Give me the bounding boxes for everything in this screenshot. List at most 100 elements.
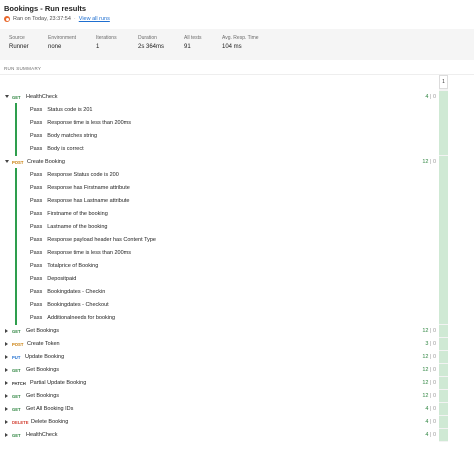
summary-label: Duration: [138, 35, 157, 41]
request-name[interactable]: Update Booking: [25, 354, 64, 360]
chevron-right-icon[interactable]: [5, 407, 8, 411]
test-name: Bookingdates - Checkin: [47, 289, 106, 295]
chevron-right-icon[interactable]: [5, 381, 8, 385]
request-name[interactable]: Create Token: [27, 341, 60, 347]
chevron-right-icon[interactable]: [5, 433, 8, 437]
test-name: Response time is less than 200ms: [47, 120, 131, 126]
request-row[interactable]: GET Get All Booking IDs 4 | 0: [0, 403, 448, 415]
pass-status: Pass: [30, 120, 43, 126]
pass-fail-count: 12 | 0: [422, 159, 436, 165]
view-all-runs-link[interactable]: View all runs: [79, 16, 110, 22]
summary-value: Runner: [9, 44, 29, 50]
request-name[interactable]: Create Booking: [27, 159, 65, 165]
summary-label: All tests: [184, 35, 202, 41]
pass-fail-count: 3 | 0: [425, 341, 436, 347]
request-row[interactable]: GET Get Bookings 12 | 0: [0, 325, 448, 337]
request-row[interactable]: GET Get Bookings 12 | 0: [0, 364, 448, 376]
method-badge: PATCH: [12, 381, 26, 386]
summary-value: 104 ms: [222, 44, 242, 50]
test-group-line: [15, 168, 17, 325]
iteration-pass-cell[interactable]: [439, 429, 448, 441]
chevron-down-icon[interactable]: [5, 95, 9, 98]
chevron-right-icon[interactable]: [5, 368, 8, 372]
pass-status: Pass: [30, 289, 43, 295]
iteration-pass-cell[interactable]: [439, 338, 448, 350]
fail-count: 0: [432, 367, 436, 373]
pass-fail-count: 12 | 0: [422, 367, 436, 373]
request-name[interactable]: HealthCheck: [26, 94, 58, 100]
test-name: Bookingdates - Checkout: [47, 302, 109, 308]
request-row[interactable]: POST Create Booking 12 | 0: [0, 156, 448, 168]
test-name: Body is correct: [47, 146, 84, 152]
iteration-pass-cell[interactable]: [439, 416, 448, 428]
test-name: Body matches string: [47, 133, 98, 139]
chevron-right-icon[interactable]: [5, 342, 8, 346]
request-name[interactable]: Get Bookings: [26, 328, 59, 334]
iteration-pass-cell[interactable]: [439, 351, 448, 363]
iteration-pass-cell[interactable]: [439, 364, 448, 376]
iteration-pass-cell[interactable]: [439, 390, 448, 402]
summary-value: 1: [96, 44, 100, 50]
test-name: Status code is 201: [47, 107, 93, 113]
pass-fail-count: 12 | 0: [422, 380, 436, 386]
test-group-line: [15, 103, 17, 156]
test-name: Firstname of the booking: [47, 211, 108, 217]
test-name: Depositpaid: [47, 276, 77, 282]
summary-environment: Environment none: [48, 35, 76, 50]
run-summary-stats: Source Runner Environment none Iteration…: [0, 29, 474, 60]
request-row[interactable]: GET Get Bookings 12 | 0: [0, 390, 448, 402]
request-name[interactable]: Get Bookings: [26, 367, 59, 373]
chevron-down-icon[interactable]: [5, 160, 9, 163]
request-name[interactable]: Get All Booking IDs: [26, 406, 73, 412]
iteration-pass-cell[interactable]: [439, 325, 448, 337]
request-name[interactable]: Partial Update Booking: [30, 380, 86, 386]
chevron-right-icon[interactable]: [5, 394, 8, 398]
iteration-pass-cell[interactable]: [439, 91, 448, 155]
request-row[interactable]: GET HealthCheck 4 | 0: [0, 91, 448, 103]
pass-status: Pass: [30, 211, 43, 217]
fail-count: 0: [432, 432, 436, 438]
test-result-row: Pass Response has Lastname attribute: [30, 198, 129, 210]
method-badge: DELETE: [12, 420, 29, 425]
request-name[interactable]: Delete Booking: [31, 419, 68, 425]
test-result-row: Pass Response time is less than 200ms: [30, 120, 131, 132]
test-result-row: Pass Firstname of the booking: [30, 211, 108, 223]
summary-label: Iterations: [96, 35, 117, 41]
test-name: Response has Lastname attribute: [47, 198, 130, 204]
summary-all-tests: All tests 91: [184, 35, 202, 50]
test-name: Totalprice of Booking: [47, 263, 99, 269]
request-row[interactable]: PUT Update Booking 12 | 0: [0, 351, 448, 363]
summary-value: 2s 364ms: [138, 44, 165, 50]
request-name[interactable]: HealthCheck: [26, 432, 58, 438]
summary-value: none: [48, 44, 62, 50]
iteration-pass-cell[interactable]: [439, 403, 448, 415]
iteration-pass-cell[interactable]: [439, 156, 448, 324]
run-summary-heading: RUN SUMMARY: [4, 66, 42, 71]
method-badge: GET: [12, 394, 21, 399]
request-row[interactable]: PATCH Partial Update Booking 12 | 0: [0, 377, 448, 389]
method-badge: GET: [12, 329, 21, 334]
test-result-row: Pass Response time is less than 200ms: [30, 250, 131, 262]
pass-status: Pass: [30, 146, 43, 152]
chevron-right-icon[interactable]: [5, 329, 8, 333]
separator: ·: [73, 16, 76, 22]
fail-count: 0: [432, 341, 436, 347]
method-badge: POST: [12, 160, 24, 165]
request-row[interactable]: DELETE Delete Booking 4 | 0: [0, 416, 448, 428]
test-result-row: Pass Response payload header has Content …: [30, 237, 156, 249]
fail-count: 0: [432, 380, 436, 386]
request-name[interactable]: Get Bookings: [26, 393, 59, 399]
summary-label: Source: [9, 35, 25, 41]
method-badge: POST: [12, 342, 24, 347]
chevron-right-icon[interactable]: [5, 420, 8, 424]
summary-avg-resp: Avg. Resp. Time 104 ms: [222, 35, 259, 50]
iteration-pass-cell[interactable]: [439, 377, 448, 389]
chevron-right-icon[interactable]: [5, 355, 8, 359]
pass-status: Pass: [30, 276, 43, 282]
request-row[interactable]: GET HealthCheck 4 | 0: [0, 429, 448, 441]
page-title: Bookings - Run results: [4, 4, 87, 13]
method-badge: GET: [12, 95, 21, 100]
request-row[interactable]: POST Create Token 3 | 0: [0, 338, 448, 350]
pass-fail-count: 12 | 0: [422, 393, 436, 399]
iteration-column-header[interactable]: 1: [439, 75, 448, 89]
